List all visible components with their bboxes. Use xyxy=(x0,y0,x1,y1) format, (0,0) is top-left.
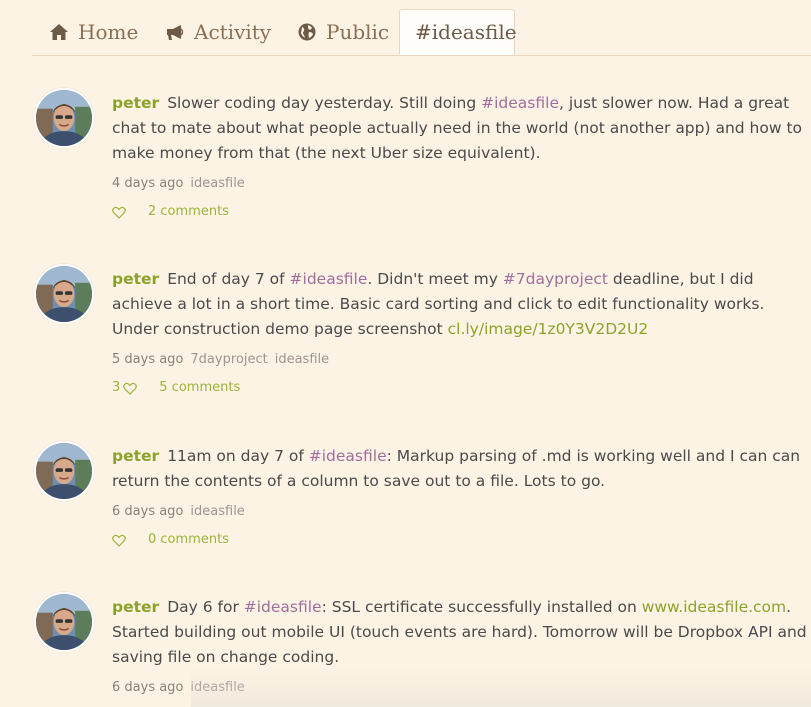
post-text: peter Day 6 for #ideasfile: SSL certifica… xyxy=(112,595,811,670)
globe-icon xyxy=(298,23,316,41)
tag-link[interactable]: ideasfile xyxy=(190,680,244,695)
avatar[interactable] xyxy=(34,441,94,501)
post-meta: 6 days ago ideasfile xyxy=(112,678,811,698)
post-text: peter Slower coding day yesterday. Still … xyxy=(112,91,811,166)
like-button[interactable]: 3 xyxy=(112,378,138,398)
post-meta: 6 days ago ideasfile xyxy=(112,502,811,522)
megaphone-icon xyxy=(167,25,184,40)
author-link[interactable]: peter xyxy=(112,598,159,616)
avatar[interactable] xyxy=(34,88,94,148)
comments-link[interactable]: 5 comments xyxy=(159,378,240,398)
home-icon xyxy=(50,24,68,40)
heart-icon xyxy=(112,206,126,219)
post-text-segment: . Didn't meet my xyxy=(367,270,503,288)
avatar[interactable] xyxy=(34,592,94,652)
tab-bar: Home Activity Public #ideasfile xyxy=(32,9,811,56)
post-text: peter End of day 7 of #ideasfile. Didn't … xyxy=(112,267,811,342)
post-text-segment: Day 6 for xyxy=(167,598,244,616)
post-actions: 2 comments xyxy=(112,202,811,222)
avatar[interactable] xyxy=(34,264,94,324)
tab-ideasfile[interactable]: #ideasfile xyxy=(399,9,517,55)
post-actions: 3 5 comments xyxy=(112,378,811,398)
hashtag-link[interactable]: #ideasfile xyxy=(244,598,322,616)
heart-icon xyxy=(112,534,126,547)
like-button[interactable] xyxy=(112,206,126,219)
tag-link[interactable]: ideasfile xyxy=(275,352,329,367)
post-text-segment: End of day 7 of xyxy=(167,270,290,288)
tab-public[interactable]: Public xyxy=(297,9,389,55)
author-link[interactable]: peter xyxy=(112,94,159,112)
post-meta: 5 days ago 7dayproject ideasfile xyxy=(112,350,811,370)
tab-activity[interactable]: Activity xyxy=(165,9,271,55)
tab-activity-label: Activity xyxy=(194,20,272,44)
post-actions: 0 comments xyxy=(112,530,811,550)
url-link[interactable]: cl.ly/image/1z0Y3V2D2U2 xyxy=(448,320,649,338)
tab-ideasfile-label: #ideasfile xyxy=(415,20,517,44)
hashtag-link[interactable]: #ideasfile xyxy=(290,270,368,288)
url-link[interactable]: www.ideasfile.com xyxy=(642,598,786,616)
tab-home[interactable]: Home xyxy=(49,9,138,55)
post-text-segment: Slower coding day yesterday. Still doing xyxy=(167,94,482,112)
timestamp[interactable]: 4 days ago xyxy=(112,176,183,191)
timestamp[interactable]: 6 days ago xyxy=(112,504,183,519)
author-link[interactable]: peter xyxy=(112,447,159,465)
comments-link[interactable]: 2 comments xyxy=(148,202,229,222)
hashtag-link[interactable]: #ideasfile xyxy=(309,447,387,465)
hashtag-link[interactable]: #7dayproject xyxy=(503,270,608,288)
tag-link[interactable]: ideasfile xyxy=(190,176,244,191)
author-link[interactable]: peter xyxy=(112,270,159,288)
post-text-segment: 11am on day 7 of xyxy=(167,447,309,465)
post-text: peter 11am on day 7 of #ideasfile: Markup… xyxy=(112,444,811,494)
tag-link[interactable]: 7dayproject xyxy=(190,352,267,367)
like-count: 3 xyxy=(112,380,121,395)
timestamp[interactable]: 5 days ago xyxy=(112,352,183,367)
hashtag-link[interactable]: #ideasfile xyxy=(481,94,559,112)
timestamp[interactable]: 6 days ago xyxy=(112,680,183,695)
post-text-segment: : SSL certificate successfully installed… xyxy=(321,598,642,616)
comments-link[interactable]: 0 comments xyxy=(148,530,229,550)
heart-icon xyxy=(123,382,138,395)
like-button[interactable] xyxy=(112,534,126,547)
post-meta: 4 days ago ideasfile xyxy=(112,174,811,194)
tab-public-label: Public xyxy=(326,20,390,44)
tag-link[interactable]: ideasfile xyxy=(190,504,244,519)
tab-home-label: Home xyxy=(78,20,139,44)
